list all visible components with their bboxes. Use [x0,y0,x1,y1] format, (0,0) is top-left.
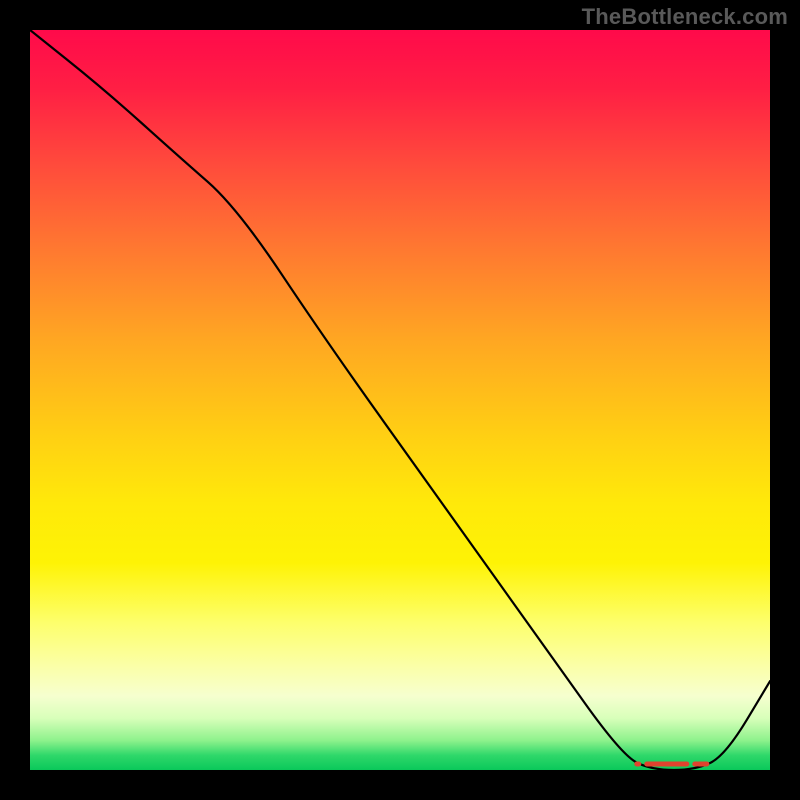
chart-svg [30,30,770,770]
plot-area [30,30,770,770]
watermark-text: TheBottleneck.com [582,4,788,30]
bottleneck-curve [30,30,770,770]
chart-container: TheBottleneck.com [0,0,800,800]
